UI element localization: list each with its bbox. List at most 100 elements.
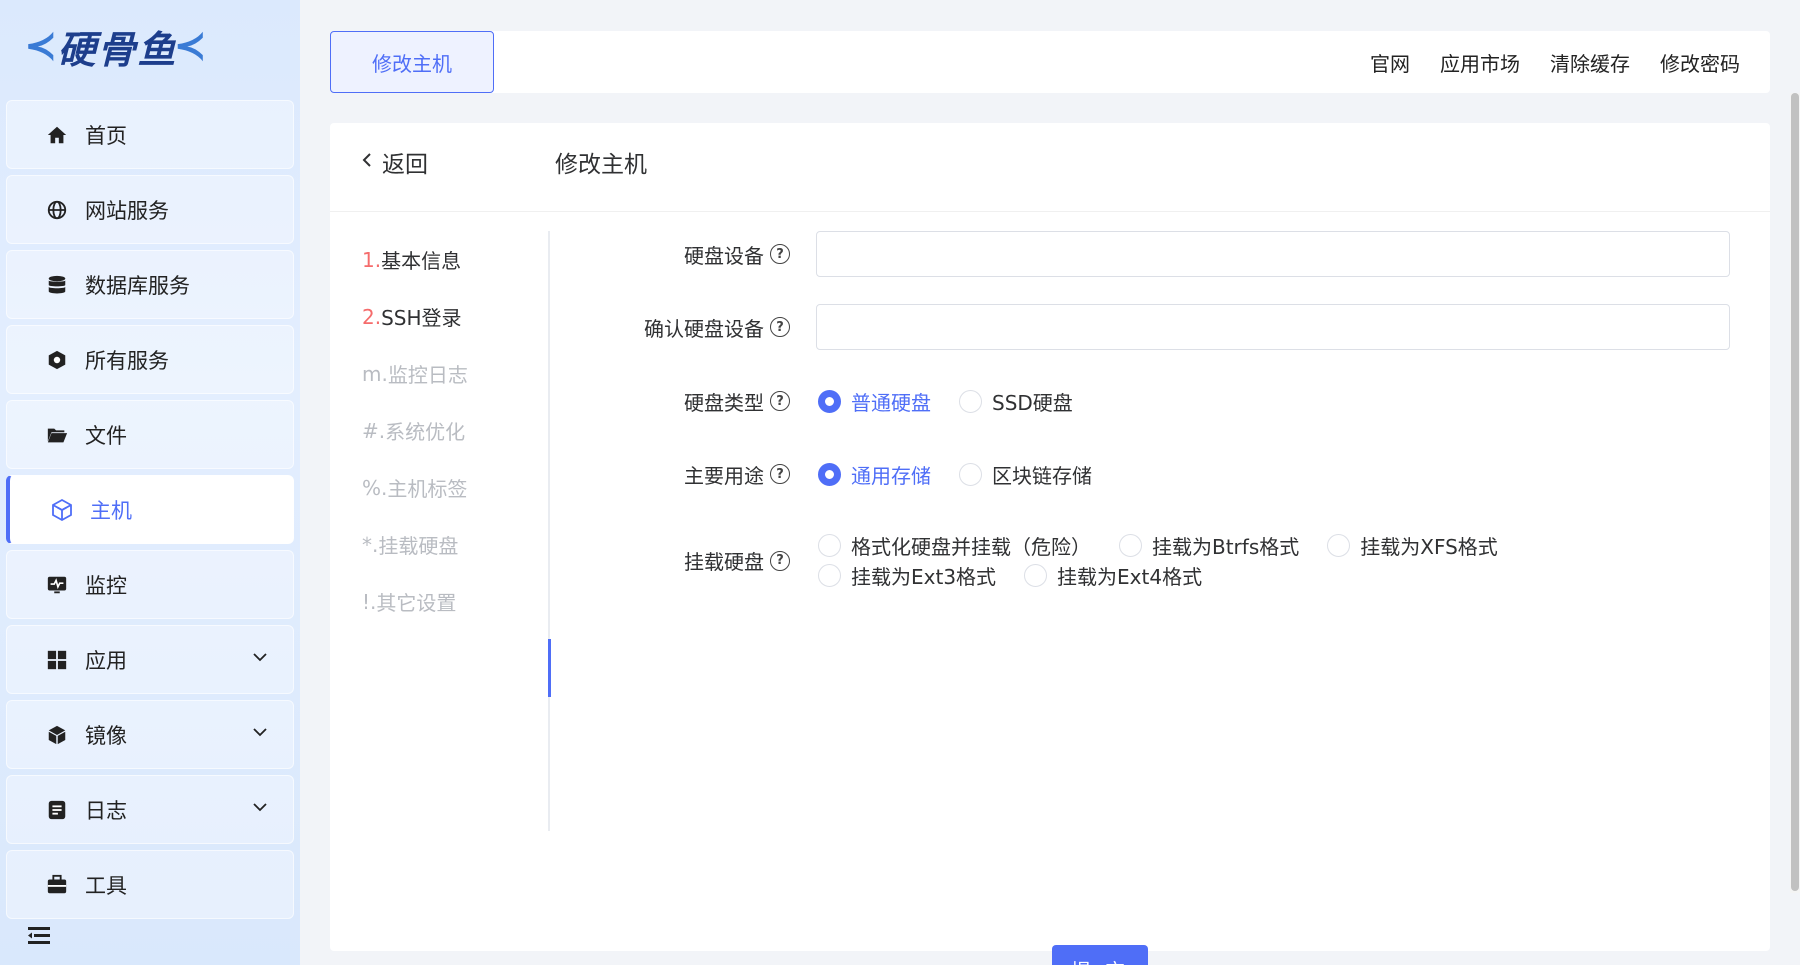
- chevron-down-icon[interactable]: [251, 723, 269, 745]
- disk-type-radio-group: 普通硬盘 SSD硬盘: [818, 384, 1101, 418]
- radio-ssd-disk[interactable]: SSD硬盘: [959, 384, 1073, 418]
- sidebar-collapse-icon[interactable]: [28, 925, 52, 951]
- home-icon: [43, 121, 71, 149]
- sidebar-item-tools[interactable]: 工具: [6, 850, 294, 919]
- help-icon[interactable]: ?: [770, 464, 790, 484]
- sidebar-item-monitor[interactable]: 监控: [6, 550, 294, 619]
- chevron-down-icon[interactable]: [251, 798, 269, 820]
- disk-device-label: 硬盘设备: [684, 243, 764, 268]
- sidebar-item-files[interactable]: 文件: [6, 400, 294, 469]
- help-icon[interactable]: ?: [770, 317, 790, 337]
- sidebar-item-label: 镜像: [85, 723, 127, 748]
- logo-tail-icon: ≺: [173, 23, 208, 69]
- page-scrollbar[interactable]: [1790, 93, 1800, 893]
- row-disk-device: 硬盘设备?: [560, 231, 1730, 277]
- radio-dot: [959, 462, 982, 486]
- sidebar-item-logs[interactable]: 日志: [6, 775, 294, 844]
- usage-label: 主要用途: [684, 463, 764, 488]
- step-ssh-login[interactable]: 2. SSH登录: [330, 288, 548, 345]
- usage-radio-group: 通用存储 区块链存储: [818, 457, 1120, 491]
- disk-type-label: 硬盘类型: [684, 390, 764, 415]
- radio-dot: [959, 389, 982, 413]
- radio-blockchain-storage[interactable]: 区块链存储: [959, 457, 1092, 491]
- confirm-disk-device-input[interactable]: [816, 304, 1730, 350]
- radio-normal-disk[interactable]: 普通硬盘: [818, 384, 931, 418]
- radio-dot: [818, 462, 841, 486]
- divider: [330, 211, 1770, 212]
- step-system-optimize[interactable]: #. 系统优化: [330, 402, 548, 459]
- chevron-down-icon[interactable]: [251, 648, 269, 670]
- logo[interactable]: ≺ 硬骨鱼 ≺: [24, 20, 208, 72]
- sidebar-item-database-services[interactable]: 数据库服务: [6, 250, 294, 319]
- link-official-site[interactable]: 官网: [1370, 48, 1410, 77]
- confirm-disk-device-label: 确认硬盘设备: [644, 316, 764, 341]
- box-icon: [43, 721, 71, 749]
- step-host-tags[interactable]: %. 主机标签: [330, 459, 548, 516]
- sidebar-item-label: 首页: [85, 123, 127, 148]
- step-other-settings[interactable]: !. 其它设置: [330, 573, 548, 630]
- radio-mount-btrfs[interactable]: 挂载为Btrfs格式: [1119, 528, 1299, 562]
- radio-general-storage[interactable]: 通用存储: [818, 457, 931, 491]
- scrollbar-thumb[interactable]: [1791, 93, 1799, 891]
- sidebar-item-apps[interactable]: 应用: [6, 625, 294, 694]
- row-confirm-disk-device: 确认硬盘设备?: [560, 304, 1730, 350]
- radio-dot: [1024, 563, 1048, 587]
- sidebar-item-label: 所有服务: [85, 348, 169, 373]
- host-cube-icon: [48, 496, 76, 524]
- mount-label: 挂载硬盘: [684, 550, 764, 574]
- sidebar-item-label: 应用: [85, 648, 127, 673]
- top-links: 官网 应用市场 清除缓存 修改密码: [1370, 31, 1740, 93]
- services-icon: [43, 346, 71, 374]
- top-bar: 修改主机 官网 应用市场 清除缓存 修改密码: [330, 31, 1770, 93]
- sidebar-item-label: 日志: [85, 798, 127, 823]
- database-icon: [43, 271, 71, 299]
- sidebar-item-label: 文件: [85, 423, 127, 448]
- disk-device-input[interactable]: [816, 231, 1730, 277]
- radio-dot: [1327, 533, 1351, 557]
- link-change-password[interactable]: 修改密码: [1660, 48, 1740, 77]
- sidebar: ≺ 硬骨鱼 ≺ 首页 网站服务 数据库服务 所有服务 文件 主机 监控 应用 镜…: [0, 0, 300, 965]
- row-usage: 主要用途? 通用存储 区块链存储: [560, 457, 1120, 491]
- sidebar-item-images[interactable]: 镜像: [6, 700, 294, 769]
- submit-button[interactable]: 提 交: [1052, 945, 1148, 965]
- radio-mount-ext3[interactable]: 挂载为Ext3格式: [818, 562, 996, 589]
- row-disk-type: 硬盘类型? 普通硬盘 SSD硬盘: [560, 384, 1101, 418]
- main-card: 返回 修改主机 1. 基本信息 2. SSH登录 m. 监控日志 #. 系统优化 %. 主…: [330, 123, 1770, 965]
- link-app-market[interactable]: 应用市场: [1440, 48, 1520, 77]
- help-icon[interactable]: ?: [770, 550, 790, 571]
- sidebar-item-label: 网站服务: [85, 198, 169, 223]
- sidebar-item-label: 工具: [85, 873, 127, 898]
- steps-nav: 1. 基本信息 2. SSH登录 m. 监控日志 #. 系统优化 %. 主机标签 *. 挂载…: [330, 231, 551, 831]
- help-icon[interactable]: ?: [770, 244, 790, 264]
- radio-mount-xfs[interactable]: 挂载为XFS格式: [1327, 528, 1498, 562]
- sidebar-item-label: 监控: [85, 573, 127, 598]
- row-mount: 挂载硬盘? 格式化硬盘并挂载（危险） 挂载为Btrfs格式 挂载为XFS格式 挂…: [560, 516, 1578, 589]
- mount-radio-group: 格式化硬盘并挂载（危险） 挂载为Btrfs格式 挂载为XFS格式 挂载为Ext3…: [818, 516, 1578, 589]
- monitor-icon: [43, 571, 71, 599]
- back-label: 返回: [382, 152, 428, 178]
- active-step-indicator: [548, 639, 551, 697]
- sidebar-nav: 首页 网站服务 数据库服务 所有服务 文件 主机 监控 应用 镜像 日志 工具: [6, 100, 294, 925]
- tab-edit-host[interactable]: 修改主机: [330, 31, 494, 93]
- radio-mount-ext4[interactable]: 挂载为Ext4格式: [1024, 562, 1202, 589]
- radio-dot: [1119, 533, 1142, 557]
- radio-dot: [818, 533, 841, 557]
- back-button[interactable]: 返回: [360, 145, 428, 179]
- radio-format-and-mount[interactable]: 格式化硬盘并挂载（危险）: [818, 528, 1091, 562]
- sidebar-item-home[interactable]: 首页: [6, 100, 294, 169]
- step-monitor-logs[interactable]: m. 监控日志: [330, 345, 548, 402]
- chevron-left-icon: [360, 149, 374, 175]
- sidebar-item-all-services[interactable]: 所有服务: [6, 325, 294, 394]
- sidebar-item-web-services[interactable]: 网站服务: [6, 175, 294, 244]
- sidebar-item-label: 主机: [90, 498, 132, 523]
- globe-icon: [43, 196, 71, 224]
- step-basic-info[interactable]: 1. 基本信息: [330, 231, 548, 288]
- folder-icon: [43, 421, 71, 449]
- toolbox-icon: [43, 871, 71, 899]
- help-icon[interactable]: ?: [770, 391, 790, 411]
- sidebar-item-host[interactable]: 主机: [6, 475, 294, 544]
- link-clear-cache[interactable]: 清除缓存: [1550, 48, 1630, 77]
- step-mount-disk[interactable]: *. 挂载硬盘: [330, 516, 548, 573]
- logo-fish-icon: ≺: [24, 23, 58, 69]
- radio-dot: [818, 389, 841, 413]
